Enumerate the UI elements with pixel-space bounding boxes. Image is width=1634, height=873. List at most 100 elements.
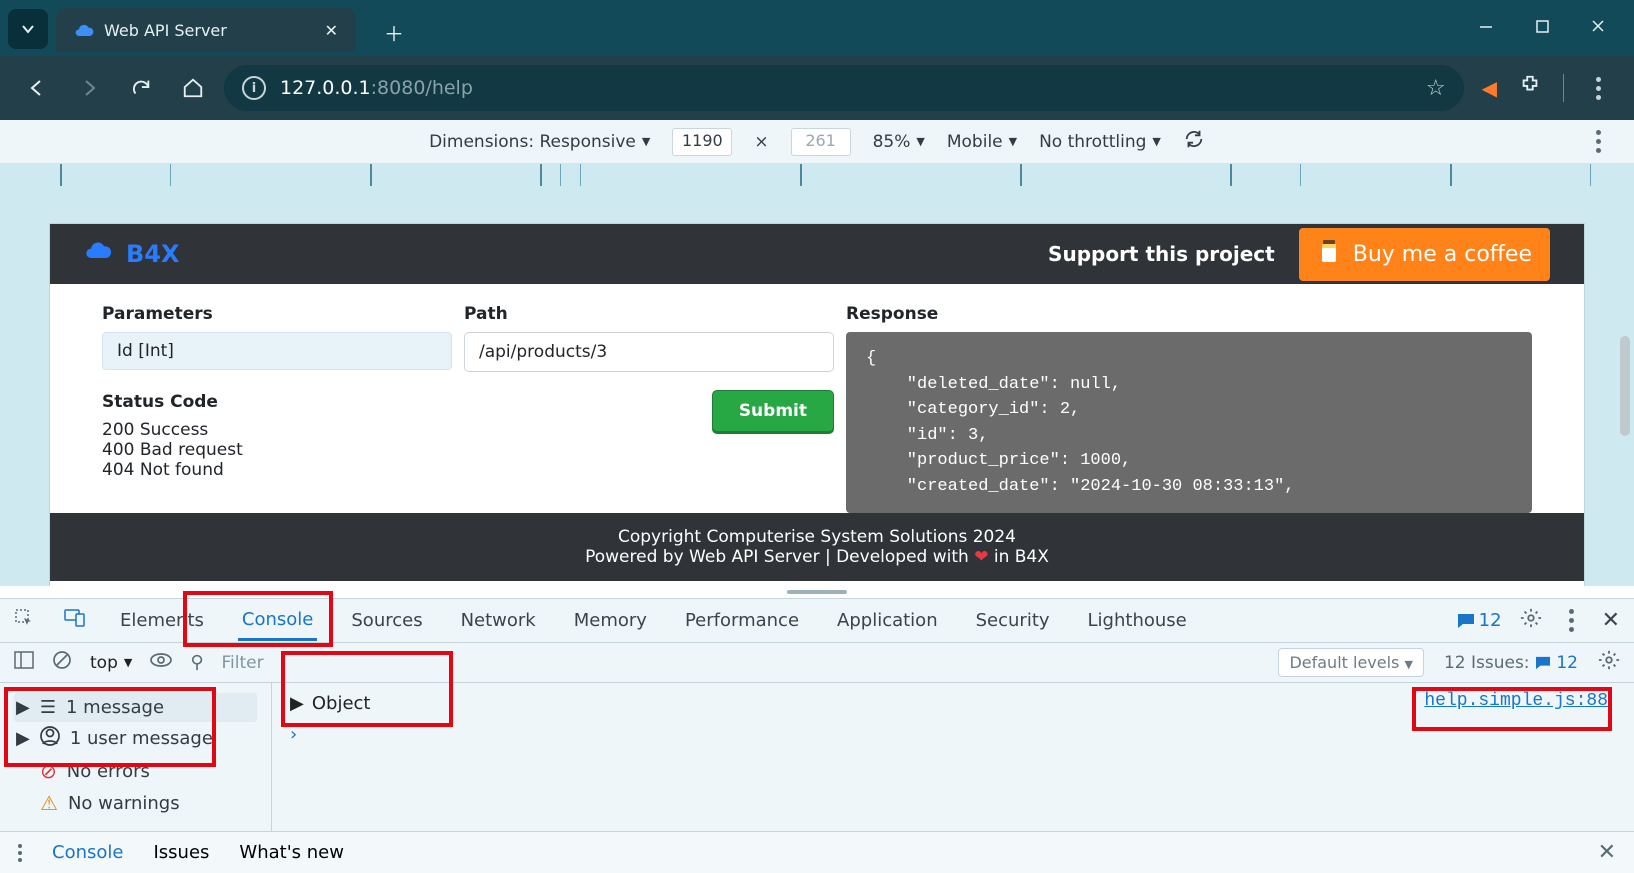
toolbar: i 127.0.0.1:8080/help ☆ ◀	[0, 56, 1634, 120]
settings-icon[interactable]	[1520, 607, 1542, 634]
tab-search-button[interactable]	[8, 9, 48, 49]
reload-button[interactable]	[120, 67, 162, 109]
list-icon: ☰	[40, 697, 56, 718]
device-type-select[interactable]: Mobile▼	[947, 132, 1017, 152]
url-path: :8080/help	[371, 77, 473, 99]
devtools-drawer: Console Issues What's new ✕	[0, 831, 1634, 873]
source-link[interactable]: help.simple.js:88	[1424, 691, 1608, 711]
drawer-issues[interactable]: Issues	[153, 842, 209, 863]
sidebar-errors[interactable]: ⊘No errors	[14, 755, 257, 787]
close-devtools-icon[interactable]: ✕	[1602, 608, 1620, 633]
coffee-label: Buy me a coffee	[1353, 242, 1532, 267]
dimensions-select[interactable]: Dimensions: Responsive▼	[429, 132, 650, 152]
new-tab-button[interactable]: ＋	[376, 14, 412, 50]
console-object-row[interactable]: ▶Object	[290, 693, 1616, 714]
heart-icon: ❤	[974, 547, 988, 567]
sidebar-toggle-icon[interactable]	[14, 651, 34, 674]
warning-icon: ⚠	[40, 791, 58, 815]
rotate-icon[interactable]	[1183, 128, 1205, 155]
address-bar[interactable]: i 127.0.0.1:8080/help ☆	[224, 65, 1464, 111]
page: B4X Support this project Buy me a coffee…	[50, 224, 1584, 586]
parameters-heading: Parameters	[102, 304, 452, 324]
scrollbar[interactable]	[1620, 336, 1630, 436]
support-label: Support this project	[1048, 242, 1275, 266]
console-body: ▶☰1 message ▶1 user message ⊘No errors ⚠…	[0, 683, 1634, 831]
path-input[interactable]: /api/products/3	[464, 332, 834, 372]
tab-lighthouse[interactable]: Lighthouse	[1084, 602, 1191, 639]
levels-select[interactable]: Default levels ▼	[1278, 648, 1424, 677]
ruler	[0, 164, 1634, 186]
page-logo[interactable]: B4X	[84, 237, 180, 272]
sidebar-user-messages[interactable]: ▶1 user message	[14, 722, 257, 755]
issues-label[interactable]: 12 Issues: 12	[1444, 653, 1578, 673]
bookmark-star-icon[interactable]: ☆	[1426, 76, 1446, 101]
logo-text: B4X	[126, 240, 180, 268]
drawer-menu-icon[interactable]	[18, 844, 22, 862]
home-button[interactable]	[172, 67, 214, 109]
console-prompt[interactable]: ›	[290, 724, 1616, 745]
device-mode-icon[interactable]	[64, 608, 86, 633]
tab-network[interactable]: Network	[457, 602, 540, 639]
clear-console-icon[interactable]	[52, 650, 72, 675]
site-info-icon[interactable]: i	[242, 76, 266, 100]
submit-button[interactable]: Submit	[712, 390, 834, 432]
back-button[interactable]	[16, 67, 58, 109]
tab-elements[interactable]: Elements	[116, 602, 208, 639]
filter-input[interactable]: Filter	[222, 653, 264, 673]
tab-console[interactable]: Console	[238, 601, 317, 641]
coffee-button[interactable]: Buy me a coffee	[1299, 228, 1550, 281]
tab-sources[interactable]: Sources	[347, 602, 426, 639]
inspect-icon[interactable]	[14, 608, 34, 633]
live-expression-icon[interactable]	[150, 652, 172, 673]
device-menu-icon[interactable]	[1586, 130, 1610, 153]
throttle-select[interactable]: No throttling▼	[1039, 132, 1161, 152]
sidebar-warnings[interactable]: ⚠No warnings	[14, 787, 257, 819]
devtools-tabs: Elements Console Sources Network Memory …	[0, 599, 1634, 643]
tab-security[interactable]: Security	[972, 602, 1054, 639]
url-host: 127.0.0.1	[280, 77, 371, 99]
console-output[interactable]: ▶Object help.simple.js:88 ›	[272, 683, 1634, 831]
filter-icon: ⚲	[190, 652, 203, 673]
devtools-menu-icon[interactable]	[1560, 609, 1584, 632]
messages-badge[interactable]: 12	[1457, 610, 1502, 631]
status-heading: Status Code	[102, 392, 452, 412]
width-input[interactable]: 1190	[672, 128, 732, 156]
drawer-console[interactable]: Console	[52, 842, 123, 863]
browser-tab[interactable]: Web API Server ✕	[56, 8, 356, 52]
user-icon	[40, 726, 60, 751]
devtools-resize-handle[interactable]	[0, 586, 1634, 598]
dimension-x: ×	[754, 132, 768, 152]
titlebar: Web API Server ✕ ＋	[0, 0, 1634, 56]
error-icon: ⊘	[40, 759, 57, 783]
console-toolbar: top ▼ ⚲ Filter Default levels ▼ 12 Issue…	[0, 643, 1634, 683]
close-tab-icon[interactable]: ✕	[325, 21, 338, 40]
status-code: 200 Success	[102, 420, 452, 440]
extensions-icon[interactable]	[1519, 74, 1541, 102]
minimize-button[interactable]	[1458, 6, 1514, 46]
zoom-select[interactable]: 85%▼	[873, 132, 925, 152]
response-heading: Response	[846, 304, 1532, 324]
tab-title: Web API Server	[104, 21, 227, 40]
browser-menu-icon[interactable]	[1586, 77, 1610, 100]
page-body: Parameters Id [Int] Status Code 200 Succ…	[50, 284, 1584, 513]
response-body: { "deleted_date": null, "category_id": 2…	[846, 332, 1532, 513]
footer-line1: Copyright Computerise System Solutions 2…	[50, 527, 1584, 547]
maximize-button[interactable]	[1514, 6, 1570, 46]
console-settings-icon[interactable]	[1598, 649, 1620, 676]
page-footer: Copyright Computerise System Solutions 2…	[50, 513, 1584, 581]
tab-performance[interactable]: Performance	[681, 602, 803, 639]
tab-memory[interactable]: Memory	[570, 602, 651, 639]
parameter-row[interactable]: Id [Int]	[102, 332, 452, 370]
forward-button[interactable]	[68, 67, 110, 109]
device-toolbar: Dimensions: Responsive▼ 1190 × 261 85%▼ …	[0, 120, 1634, 164]
drawer-whatsnew[interactable]: What's new	[239, 842, 344, 863]
close-window-button[interactable]	[1570, 6, 1626, 46]
tab-application[interactable]: Application	[833, 602, 942, 639]
height-input[interactable]: 261	[791, 128, 851, 156]
status-code: 400 Bad request	[102, 440, 452, 460]
close-drawer-icon[interactable]: ✕	[1598, 840, 1616, 865]
context-select[interactable]: top ▼	[90, 653, 132, 673]
sidebar-messages[interactable]: ▶☰1 message	[14, 693, 257, 722]
alert-icon[interactable]: ◀	[1482, 76, 1497, 100]
path-heading: Path	[464, 304, 834, 324]
